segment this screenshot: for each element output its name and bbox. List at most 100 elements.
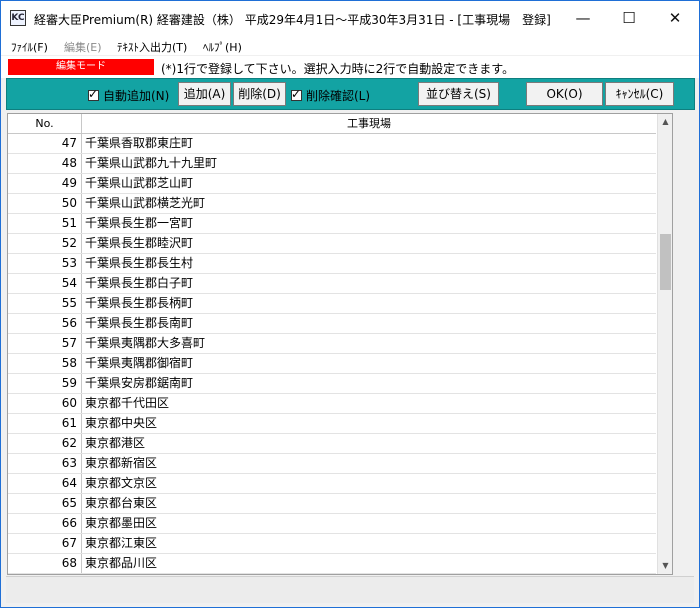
window-title: 経審大臣Premium(R) 経審建設（株） 平成29年4月1日～平成30年3月…: [34, 13, 551, 27]
table-row[interactable]: 58 千葉県夷隅郡御宿町: [8, 354, 656, 374]
row-number: 47: [8, 134, 82, 153]
row-number: 61: [8, 414, 82, 433]
row-number: 50: [8, 194, 82, 213]
table-row[interactable]: 53 千葉県長生郡長生村: [8, 254, 656, 274]
site-name-cell[interactable]: 東京都墨田区: [85, 514, 157, 533]
app-icon[interactable]: KC: [10, 10, 26, 26]
table-row[interactable]: 49 千葉県山武郡芝山町: [8, 174, 656, 194]
row-number: 65: [8, 494, 82, 513]
row-number: 59: [8, 374, 82, 393]
row-number: 60: [8, 394, 82, 413]
site-name-cell[interactable]: 東京都中央区: [85, 414, 157, 433]
site-name-cell[interactable]: 東京都台東区: [85, 494, 157, 513]
table-row[interactable]: 55 千葉県長生郡長柄町: [8, 294, 656, 314]
menu-bar: ﾌｧｲﾙ(F) 編集(E) ﾃｷｽﾄ入出力(T) ﾍﾙﾌﾟ(H): [1, 35, 699, 55]
menu-text-io[interactable]: ﾃｷｽﾄ入出力(T): [117, 39, 187, 55]
site-name-cell[interactable]: 千葉県長生郡長生村: [85, 254, 193, 273]
site-name-cell[interactable]: 千葉県山武郡九十九里町: [85, 154, 217, 173]
row-number: 49: [8, 174, 82, 193]
site-name-cell[interactable]: 千葉県夷隅郡大多喜町: [85, 334, 205, 353]
mode-bar: 編集モード (*)1行で登録して下さい。選択入力時に2行で自動設定できます。: [1, 56, 699, 78]
auto-add-check-box[interactable]: ✓: [88, 87, 99, 101]
scroll-up-icon[interactable]: ▲: [658, 115, 672, 129]
row-number: 53: [8, 254, 82, 273]
site-name-cell[interactable]: 東京都新宿区: [85, 454, 157, 473]
site-name-cell[interactable]: 千葉県長生郡一宮町: [85, 214, 193, 233]
table-row[interactable]: 59 千葉県安房郡鋸南町: [8, 374, 656, 394]
table-row[interactable]: 47 千葉県香取郡東庄町: [8, 134, 656, 154]
menu-edit[interactable]: 編集(E): [64, 39, 102, 55]
sort-button[interactable]: 並び替え(S): [418, 82, 499, 106]
site-name-cell[interactable]: 千葉県夷隅郡御宿町: [85, 354, 193, 373]
ok-button[interactable]: OK(O): [526, 82, 603, 106]
site-name-cell[interactable]: 千葉県山武郡横芝光町: [85, 194, 205, 213]
table-row[interactable]: 56 千葉県長生郡長南町: [8, 314, 656, 334]
site-name-cell[interactable]: 東京都品川区: [85, 554, 157, 573]
row-number: 67: [8, 534, 82, 553]
table-row[interactable]: 65 東京都台東区: [8, 494, 656, 514]
menu-file[interactable]: ﾌｧｲﾙ(F): [11, 39, 48, 55]
table-row[interactable]: 51 千葉県長生郡一宮町: [8, 214, 656, 234]
minimize-button[interactable]: —: [560, 1, 606, 35]
site-name-cell[interactable]: 千葉県山武郡芝山町: [85, 174, 193, 193]
site-name-cell[interactable]: 東京都文京区: [85, 474, 157, 493]
table-row[interactable]: 50 千葉県山武郡横芝光町: [8, 194, 656, 214]
table-row[interactable]: 52 千葉県長生郡睦沢町: [8, 234, 656, 254]
site-name-cell[interactable]: 東京都千代田区: [85, 394, 169, 413]
site-name-cell[interactable]: 東京都目黒区: [85, 574, 157, 575]
table-row[interactable]: 67 東京都江東区: [8, 534, 656, 554]
table-row[interactable]: 60 東京都千代田区: [8, 394, 656, 414]
scroll-thumb[interactable]: [660, 233, 671, 290]
row-number: 56: [8, 314, 82, 333]
add-button[interactable]: 追加(A): [178, 82, 231, 106]
table-row[interactable]: 62 東京都港区: [8, 434, 656, 454]
cancel-button[interactable]: ｷｬﾝｾﾙ(C): [605, 82, 674, 106]
table-row[interactable]: 66 東京都墨田区: [8, 514, 656, 534]
table-row[interactable]: 68 東京都品川区: [8, 554, 656, 574]
site-name-cell[interactable]: 千葉県香取郡東庄町: [85, 134, 193, 153]
table-row[interactable]: 61 東京都中央区: [8, 414, 656, 434]
row-number: 68: [8, 554, 82, 573]
maximize-button[interactable]: ☐: [606, 1, 652, 35]
confirm-delete-label: 削除確認(L): [306, 89, 371, 103]
toolbar: ✓ 自動追加(N) 追加(A) 削除(D) ✓ 削除確認(L) 並び替え(S) OK…: [6, 78, 695, 110]
table-row[interactable]: 57 千葉県夷隅郡大多喜町: [8, 334, 656, 354]
edit-mode-badge: 編集モード: [8, 59, 154, 75]
row-number: 62: [8, 434, 82, 453]
auto-add-label: 自動追加(N): [103, 89, 170, 103]
site-name-cell[interactable]: 東京都港区: [85, 434, 145, 453]
scroll-down-icon[interactable]: ▼: [658, 559, 672, 573]
column-header-no[interactable]: No.: [8, 114, 82, 133]
status-bar: [6, 576, 694, 603]
site-name-cell[interactable]: 千葉県長生郡白子町: [85, 274, 193, 293]
check-icon: ✓: [291, 87, 302, 101]
site-name-cell[interactable]: 千葉県安房郡鋸南町: [85, 374, 193, 393]
table-row[interactable]: 48 千葉県山武郡九十九里町: [8, 154, 656, 174]
site-name-cell[interactable]: 千葉県長生郡睦沢町: [85, 234, 193, 253]
table-row[interactable]: 63 東京都新宿区: [8, 454, 656, 474]
confirm-delete-checkbox[interactable]: ✓ 削除確認(L): [291, 87, 370, 103]
table-row[interactable]: 69東京都目黒区: [8, 574, 656, 575]
column-header-site[interactable]: 工事現場: [82, 114, 656, 133]
auto-add-checkbox[interactable]: ✓ 自動追加(N): [88, 87, 169, 103]
site-name-cell[interactable]: 千葉県長生郡長柄町: [85, 294, 193, 313]
delete-button[interactable]: 削除(D): [233, 82, 286, 106]
vertical-scrollbar[interactable]: ▲ ▼: [657, 114, 672, 574]
confirm-delete-check-box[interactable]: ✓: [291, 87, 302, 101]
table-row[interactable]: 54 千葉県長生郡白子町: [8, 274, 656, 294]
main-window: KC 経審大臣Premium(R) 経審建設（株） 平成29年4月1日～平成30…: [0, 0, 700, 608]
row-number: 54: [8, 274, 82, 293]
site-name-cell[interactable]: 東京都江東区: [85, 534, 157, 553]
title-bar[interactable]: KC 経審大臣Premium(R) 経審建設（株） 平成29年4月1日～平成30…: [1, 1, 699, 35]
table-row[interactable]: 64 東京都文京区: [8, 474, 656, 494]
row-number: 48: [8, 154, 82, 173]
menu-help[interactable]: ﾍﾙﾌﾟ(H): [203, 39, 242, 55]
row-number: 57: [8, 334, 82, 353]
close-button[interactable]: ✕: [652, 1, 698, 35]
row-number: 66: [8, 514, 82, 533]
row-number: 64: [8, 474, 82, 493]
row-number: 52: [8, 234, 82, 253]
table-body: 47 千葉県香取郡東庄町 48 千葉県山武郡九十九里町 49 千葉県山武郡芝山町 50 千葉県…: [8, 134, 656, 575]
site-name-cell[interactable]: 千葉県長生郡長南町: [85, 314, 193, 333]
row-number: 55: [8, 294, 82, 313]
